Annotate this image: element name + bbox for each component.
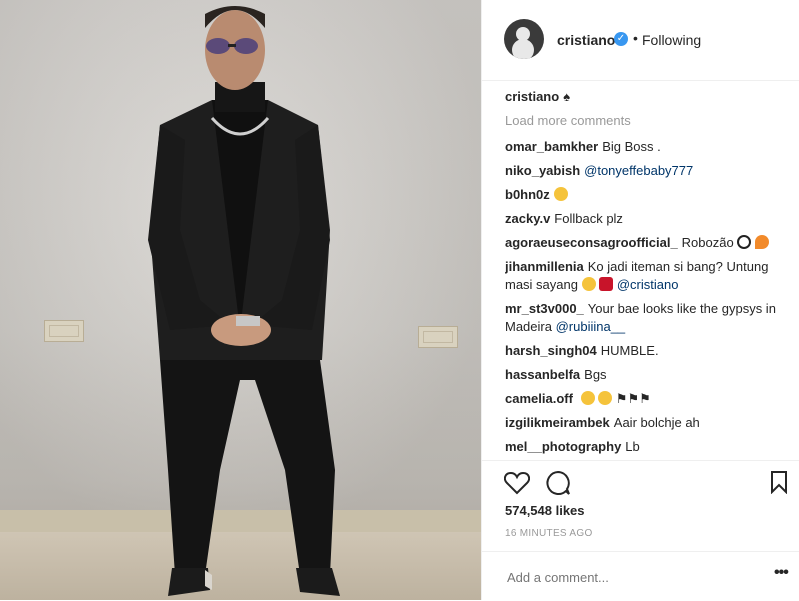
comment-username[interactable]: jihanmillenia bbox=[505, 259, 584, 274]
comment-text: Robozão bbox=[681, 235, 734, 250]
comment-username[interactable]: harsh_singh04 bbox=[505, 343, 597, 358]
comment-mention[interactable]: @rubiiina__ bbox=[556, 319, 626, 334]
comment: omar_bamkher Big Boss . bbox=[505, 138, 791, 156]
post-photo[interactable] bbox=[0, 0, 481, 600]
confused-face-emoji bbox=[553, 187, 568, 201]
comment-username[interactable]: hassanbelfa bbox=[505, 367, 580, 382]
comment-text: Big Boss . bbox=[602, 139, 661, 154]
black-flag-icon: ⚑⚑⚑ bbox=[615, 391, 651, 406]
comment: mr_st3v000_ Your bae looks like the gypsy… bbox=[505, 300, 791, 336]
comment: zacky.v Follback plz bbox=[505, 210, 791, 228]
lips-emoji bbox=[599, 277, 614, 291]
comment-username[interactable]: camelia.off bbox=[505, 391, 573, 406]
comment-username[interactable]: niko_yabish bbox=[505, 163, 580, 178]
fire-emoji bbox=[754, 235, 769, 249]
add-comment-bar: ••• bbox=[482, 551, 799, 601]
comment-username[interactable]: izgilikmeirambek bbox=[505, 415, 610, 430]
instagram-post: cristiano ✓ • Following cristiano ♠ Load … bbox=[0, 0, 799, 600]
comment: b0hn0z bbox=[505, 186, 791, 204]
verified-icon: ✓ bbox=[614, 32, 628, 46]
comment-username[interactable]: b0hn0z bbox=[505, 187, 550, 202]
action-bar bbox=[482, 460, 799, 501]
more-options-icon[interactable]: ••• bbox=[774, 564, 789, 582]
post-sidebar: cristiano ✓ • Following cristiano ♠ Load … bbox=[481, 0, 799, 600]
load-more-comments[interactable]: Load more comments bbox=[505, 112, 791, 130]
comment: harsh_singh04 HUMBLE. bbox=[505, 342, 791, 360]
comment: mel__photography Lb bbox=[505, 438, 791, 456]
comment-username[interactable]: mr_st3v000_ bbox=[505, 301, 584, 316]
author-avatar[interactable] bbox=[504, 19, 544, 59]
soccer-ball-emoji bbox=[737, 235, 752, 249]
comment-mention[interactable]: @tonyeffebaby777 bbox=[584, 163, 693, 178]
grimacing-face-emoji bbox=[598, 391, 613, 405]
post-timestamp[interactable]: 16 MINUTES AGO bbox=[505, 528, 593, 539]
author-username[interactable]: cristiano bbox=[557, 32, 615, 48]
caption-text: ♠ bbox=[563, 89, 571, 104]
comments-list[interactable]: cristiano ♠ Load more comments omar_bamkh… bbox=[505, 88, 791, 458]
comment: hassanbelfa Bgs bbox=[505, 366, 791, 384]
comment-text: Follback plz bbox=[554, 211, 623, 226]
person-figure bbox=[148, 6, 340, 596]
following-button[interactable]: Following bbox=[642, 32, 701, 48]
comment-text: HUMBLE. bbox=[600, 343, 659, 358]
comment: niko_yabish @tonyeffebaby777 bbox=[505, 162, 791, 180]
grimacing-face-emoji bbox=[580, 391, 595, 405]
comment-mention[interactable]: @cristiano bbox=[617, 277, 679, 292]
comment-username[interactable]: zacky.v bbox=[505, 211, 550, 226]
separator: • bbox=[633, 30, 638, 46]
comment: izgilikmeirambek Aair bolchje ah bbox=[505, 414, 791, 432]
add-comment-input[interactable] bbox=[505, 569, 749, 586]
comment-icon[interactable] bbox=[545, 470, 571, 496]
comment-username[interactable]: omar_bamkher bbox=[505, 139, 598, 154]
comment: agoraeuseconsagroofficial_ Robozão bbox=[505, 234, 791, 252]
disappointed-face-emoji bbox=[581, 277, 596, 291]
comment: jihanmillenia Ko jadi iteman si bang? Unt… bbox=[505, 258, 791, 294]
comment-text: Aair bolchje ah bbox=[613, 415, 700, 430]
caption-username[interactable]: cristiano bbox=[505, 89, 559, 104]
caption: cristiano ♠ bbox=[505, 88, 791, 106]
comment: camelia.off ⚑⚑⚑ bbox=[505, 390, 791, 408]
comment-username[interactable]: mel__photography bbox=[505, 439, 621, 454]
heart-icon[interactable] bbox=[504, 471, 530, 495]
like-count[interactable]: 574,548 likes bbox=[505, 503, 585, 518]
comment-username[interactable]: agoraeuseconsagroofficial_ bbox=[505, 235, 678, 250]
comment-text: Bgs bbox=[584, 367, 607, 382]
bookmark-icon[interactable] bbox=[769, 470, 789, 494]
post-header: cristiano ✓ • Following bbox=[482, 0, 799, 81]
comment-text: Lb bbox=[625, 439, 640, 454]
